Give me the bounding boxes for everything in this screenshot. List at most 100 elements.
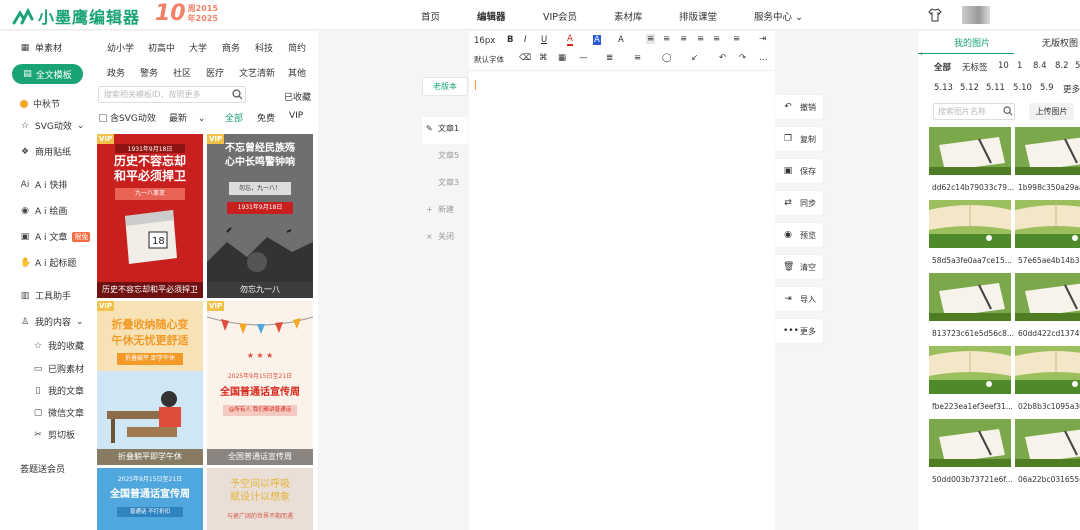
align-left-icon[interactable]: ≡ <box>646 34 656 44</box>
doc-tab[interactable]: 文章3 <box>422 171 468 198</box>
underline-button[interactable]: U <box>541 35 547 45</box>
italic-button[interactable]: I <box>524 35 527 45</box>
filter-tag[interactable]: 5.12 <box>960 83 979 93</box>
nav-material[interactable]: 素材库 <box>614 9 643 23</box>
redo-icon[interactable]: ↷ <box>739 53 746 63</box>
collected-link[interactable]: 已收藏 <box>284 90 311 103</box>
category-item[interactable]: 政务 <box>107 66 125 79</box>
font-family-select[interactable]: 默认字体 <box>474 54 504 65</box>
sidebar-item-answer[interactable]: 荟题送会员 <box>20 462 65 475</box>
category-item[interactable]: 社区 <box>173 66 191 79</box>
sidebar-item-tools[interactable]: ▥ 工具助手 <box>20 289 71 303</box>
filter-tag[interactable]: 无标签 <box>962 61 988 73</box>
image-thumbnail[interactable] <box>1015 273 1080 321</box>
tab-copyright-free[interactable]: 无版权图 <box>1042 36 1078 49</box>
sidebar-item-wechat[interactable]: ▢ 微信文章 <box>33 406 84 420</box>
font-style-button[interactable]: A <box>618 35 624 45</box>
filter-tag[interactable]: 5.11 <box>986 83 1005 93</box>
import-button[interactable]: ⇥ 导入 <box>775 287 823 311</box>
nav-home[interactable]: 首页 <box>421 9 440 23</box>
logo[interactable]: 小墨鹰编辑器 <box>12 4 140 28</box>
save-button[interactable]: ▣ 保存 <box>775 159 823 183</box>
filter-all[interactable]: 全部 <box>225 111 243 124</box>
more-button[interactable]: ••• 更多 <box>775 319 823 343</box>
sidebar-item-midautumn[interactable]: 中秋节 <box>20 97 60 110</box>
filter-tag[interactable]: 8.2 <box>1055 61 1069 71</box>
template-card[interactable]: VIP 不忘曾经民族殇 心中长鸣警钟响 勿忘，九一八！ 1931年9月18日 勿… <box>207 134 313 298</box>
tab-my-images[interactable]: 我的图片 <box>954 36 990 49</box>
sidebar-item-single[interactable]: ▦ 单素材 <box>20 41 62 55</box>
skin-icon[interactable] <box>928 8 942 22</box>
filter-tag[interactable]: 5.10 <box>1013 83 1032 93</box>
upload-image-button[interactable]: 上传图片 <box>1029 103 1074 120</box>
sidebar-item-ai-layout[interactable]: Ai A i 快排 <box>20 178 68 192</box>
divider-icon[interactable]: — <box>579 53 588 63</box>
preview-button[interactable]: ◉ 预览 <box>775 223 823 247</box>
search-icon[interactable] <box>1003 106 1013 116</box>
line-height-icon[interactable]: ≡ <box>733 34 740 44</box>
sidebar-item-purchased[interactable]: ▭ 已购素材 <box>33 362 84 376</box>
filter-tag[interactable]: 全部 <box>934 61 951 73</box>
filter-tag[interactable]: 5 <box>1075 61 1080 71</box>
sidebar-item-mycontent[interactable]: ♙ 我的内容 ⌄ <box>20 315 84 329</box>
nav-service[interactable]: 服务中心 ⌄ <box>754 9 803 23</box>
image-thumbnail[interactable] <box>929 419 1011 467</box>
format-painter-icon[interactable]: ⌘ <box>539 53 548 63</box>
background-color-button[interactable]: A <box>593 35 601 45</box>
font-size-select[interactable]: 16px <box>474 36 495 46</box>
clear-button[interactable]: 🗑 清空 <box>775 255 823 279</box>
sidebar-item-svg[interactable]: ☆ SVG动效 ⌄ <box>20 119 84 133</box>
image-thumbnail[interactable] <box>929 346 1011 394</box>
sidebar-item-sticker[interactable]: ❖ 商用贴纸 <box>20 145 71 159</box>
image-icon[interactable]: ▦ <box>558 53 566 63</box>
doc-tab[interactable]: ✎ 文章1 <box>422 117 468 144</box>
image-thumbnail[interactable] <box>1015 346 1080 394</box>
template-search-input[interactable]: 搜索相关模板ID、按照更多 <box>98 86 246 103</box>
category-item[interactable]: 警务 <box>140 66 158 79</box>
nav-editor[interactable]: 编辑器 <box>477 9 506 23</box>
category-item[interactable]: 文艺清新 <box>239 66 275 79</box>
filter-tag[interactable]: 1 <box>1017 61 1022 71</box>
doc-tab[interactable]: 文章5 <box>422 144 468 171</box>
svg-filter-checkbox[interactable]: 含SVG动效 <box>99 111 156 124</box>
template-card[interactable]: VIP ★ ★ ★ 2025年9月15日至21日 全国普通话宣传周 @所有人 我… <box>207 301 313 465</box>
old-version-button[interactable]: 老版本 <box>422 77 468 96</box>
filter-tag[interactable]: 5.13 <box>934 83 953 93</box>
link-icon[interactable]: ↙ <box>691 53 698 63</box>
chevron-right-icon[interactable]: › <box>920 49 923 58</box>
image-thumbnail[interactable] <box>1015 127 1080 175</box>
nav-vip[interactable]: VIP会员 <box>543 9 577 23</box>
undo-button[interactable]: ↶ 撤销 <box>775 95 823 119</box>
category-item[interactable]: 其他 <box>288 66 306 79</box>
filter-tag[interactable]: 10 <box>998 61 1009 71</box>
sidebar-item-favorites[interactable]: ☆ 我的收藏 <box>33 339 84 353</box>
undo-icon[interactable]: ↶ <box>719 53 726 63</box>
emoji-icon[interactable]: ◯ <box>662 53 672 63</box>
sidebar-item-ai-paint[interactable]: ◉ A i 绘画 <box>20 204 67 218</box>
export-icon[interactable]: ⇥ <box>759 34 766 44</box>
more-icon[interactable]: … <box>759 53 768 63</box>
indent-icon[interactable]: ≡ <box>713 34 720 44</box>
editor-canvas[interactable] <box>469 31 775 530</box>
image-thumbnail[interactable] <box>929 127 1011 175</box>
new-doc-button[interactable]: + 新建 <box>422 198 468 225</box>
category-item[interactable]: 初高中 <box>148 41 175 54</box>
align-right-icon[interactable]: ≡ <box>680 34 687 44</box>
template-card[interactable]: 予空间以呼吸 赋设计以想象 与更广阔的世界不期而遇 <box>207 468 313 530</box>
list-icon[interactable]: ≡ <box>634 53 641 63</box>
sidebar-item-clipboard[interactable]: ✂ 剪切板 <box>33 428 75 442</box>
category-item[interactable]: 大学 <box>189 41 207 54</box>
category-item[interactable]: 幼小学 <box>107 41 134 54</box>
sort-dropdown[interactable]: 最新 ⌄ <box>169 111 205 124</box>
eraser-icon[interactable]: ⌫ <box>519 53 531 63</box>
template-card[interactable]: VIP 1931年9月18日 历史不容忘却 和平必须捍卫 九一八事变 18 历史… <box>97 134 203 298</box>
image-thumbnail[interactable] <box>1015 419 1080 467</box>
template-card[interactable]: 2025年9月15日至21日 全国普通话宣传周 普通话 不打折扣 <box>97 468 203 530</box>
close-doc-button[interactable]: × 关闭 <box>422 225 468 252</box>
sidebar-item-myarticles[interactable]: ▯ 我的文章 <box>33 384 85 398</box>
category-item[interactable]: 商务 <box>222 41 240 54</box>
paragraph-spacing-icon[interactable]: ≣ <box>606 53 613 63</box>
image-thumbnail[interactable] <box>1015 200 1080 248</box>
filter-tag[interactable]: 5.9 <box>1040 83 1054 93</box>
sidebar-item-fulltemplate[interactable]: ▤ 全文模板 <box>12 64 83 84</box>
